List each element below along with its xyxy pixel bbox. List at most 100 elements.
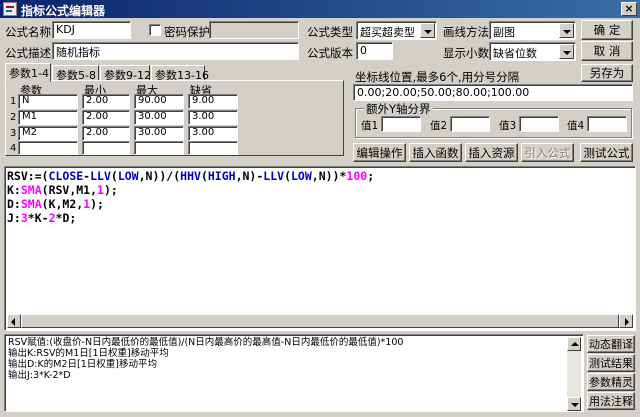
draw-method-label: 画线方法 [443,25,489,39]
formula-desc-field[interactable]: 随机指标 [52,42,299,60]
output-line: 输出K:RSV的M1日[1日权重]移动平均 [8,348,169,359]
horizontal-scrollbar[interactable] [7,314,633,328]
code-line[interactable]: RSV:=(CLOSE-LLV(LOW,N))/(HHV(HIGH,N)-LLV… [7,169,374,183]
axis-line-label: 坐标线位置,最多6个,用分号分隔 [355,70,520,84]
axis-line-field[interactable]: 0.00;20.00;50.00;80.00;100.00 [353,84,633,101]
code-token: SMA [20,183,42,197]
param-max-field[interactable] [134,141,184,155]
code-token: HHV [180,169,201,183]
param-default-field[interactable] [188,141,238,155]
param-name-field[interactable]: M2 [18,126,78,141]
param-min-field[interactable]: 2.00 [82,94,130,109]
password-checkbox[interactable] [149,24,161,36]
tab-params-5-8[interactable]: 参数5-8 [52,65,99,82]
test-result-button[interactable]: 测试结果 [587,354,635,372]
dropdown-arrow-icon[interactable] [420,23,435,38]
code-line[interactable]: J:3*K-2*D; [7,211,374,225]
tab-params-1-4[interactable]: 参数1-4 [5,63,51,82]
param-row-number: 3 [10,128,17,139]
dropdown-arrow-icon[interactable] [559,44,574,59]
param-min-field[interactable] [82,141,130,155]
code-token: (K,M2, [41,197,84,211]
save-as-button[interactable]: 另存为 [581,64,633,82]
tab-params-9-12[interactable]: 参数9-12 [100,65,151,82]
param-min-field[interactable]: 2.00 [82,110,130,125]
code-token: LLV [263,169,285,183]
param-default-field[interactable]: 3.00 [188,126,238,141]
param-row-number: 4 [10,143,17,154]
scroll-left-icon[interactable] [7,314,21,328]
scroll-thumb[interactable] [21,314,619,328]
param-default-field[interactable]: 9.00 [188,94,238,109]
param-default-field[interactable]: 3.00 [188,110,238,125]
test-formula-button[interactable]: 测试公式 [580,143,633,162]
code-token: ; [367,169,375,183]
translation-output: RSV赋值:(收盘价-N日内最低价的最低值)/(N日内最高价的最高值-N日内最低… [4,334,584,412]
code-token: LOW [291,169,312,183]
code-token: LLV [90,169,111,183]
cancel-button[interactable]: 取 消 [581,41,633,61]
insert-resource-button[interactable]: 插入资源 [465,143,518,162]
edit-operation-button[interactable]: 编辑操作 [353,143,406,162]
code-token: ,N))* [311,169,347,183]
scroll-right-icon[interactable] [619,314,633,328]
app-icon [3,2,17,16]
param-max-field[interactable]: 90.00 [134,94,184,109]
param-name-field[interactable] [18,141,78,155]
code-token: K: [7,183,21,197]
param-row-number: 2 [10,112,17,123]
code-token: ); [103,183,118,197]
value2-field[interactable] [450,116,490,132]
param-max-field[interactable]: 30.00 [134,126,184,141]
code-token: J: [7,211,21,225]
formula-editor-window: 指标公式编辑器 × 公式名称 KDJ 密码保护 公式类型 超买超卖型 画线方法 … [0,0,640,417]
formula-version-field[interactable]: 0 [356,42,393,60]
tab-params-13-16[interactable]: 参数13-16 [151,65,209,82]
value3-field[interactable] [519,116,559,132]
code-line[interactable]: D:SMA(K,M2,1); [7,197,374,211]
usage-notes-button[interactable]: 用法注释 [587,392,635,410]
dropdown-arrow-icon[interactable] [559,23,574,38]
output-lines: RSV赋值:(收盘价-N日内最低价的最低值)/(N日内最高价的最高值-N日内最低… [8,337,403,381]
password-field [209,21,299,39]
decimal-select[interactable]: 缺省位数 [489,42,576,61]
ok-button[interactable]: 确 定 [581,20,633,40]
code-token: CLOSE [48,169,84,183]
decimal-label: 显示小数 [443,46,489,60]
code-token: D: [7,197,21,211]
formula-type-select[interactable]: 超买超卖型 [356,21,437,40]
param-panel: 参数 最小 最大 缺省 1 N 2.00 90.00 9.00 2 M1 2.0… [5,80,344,156]
code-token: 3 [20,211,28,225]
formula-code-editor[interactable]: RSV:=(CLOSE-LLV(LOW,N))/(HHV(HIGH,N)-LLV… [4,166,636,331]
param-name-field[interactable]: M1 [18,110,78,125]
param-wizard-button[interactable]: 参数精灵 [587,373,635,391]
param-min-field[interactable]: 2.00 [82,126,130,141]
value4-label: 值4 [567,120,585,132]
code-token: ( [200,169,208,183]
code-token: RSV:=( [7,169,49,183]
param-name-field[interactable]: N [18,94,78,109]
scroll-up-icon[interactable] [567,337,581,351]
value4-field[interactable] [587,116,627,132]
dynamic-translate-button[interactable]: 动态翻译 [587,335,635,353]
import-formula-button[interactable]: 引入公式 [521,143,574,162]
value1-field[interactable] [381,116,421,132]
formula-type-label: 公式类型 [307,25,353,39]
vertical-scrollbar[interactable] [567,337,581,411]
close-button[interactable]: × [621,2,637,16]
password-label: 密码保护 [164,25,210,39]
insert-function-button[interactable]: 插入函数 [409,143,462,162]
title-bar: 指标公式编辑器 × [0,0,640,18]
extra-y-axis-legend: 额外Y轴分界 [364,101,433,117]
formula-name-field[interactable]: KDJ [52,21,131,39]
param-max-field[interactable]: 30.00 [134,110,184,125]
draw-method-select[interactable]: 副图 [489,21,576,40]
scroll-down-icon[interactable] [567,397,581,411]
output-line: 输出J:3*K-2*D [8,370,71,381]
value3-label: 值3 [499,120,517,132]
param-row-number: 1 [10,96,17,107]
code-line[interactable]: K:SMA(RSV,M1,1); [7,183,374,197]
code-token: 1 [97,183,104,197]
code-token: (RSV,M1, [41,183,98,197]
formula-code[interactable]: RSV:=(CLOSE-LLV(LOW,N))/(HHV(HIGH,N)-LLV… [7,169,374,225]
